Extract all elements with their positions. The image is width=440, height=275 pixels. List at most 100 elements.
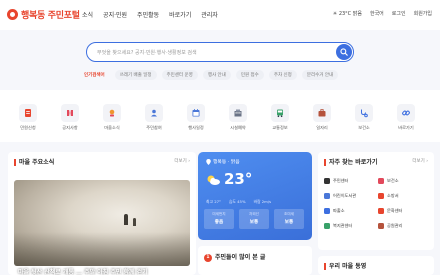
title-accent (14, 159, 16, 166)
site-logo[interactable]: 행복동 주민포털 (7, 8, 80, 21)
stethoscope-icon (361, 109, 368, 118)
search-button[interactable] (336, 44, 352, 60)
community-center-icon (324, 177, 330, 184)
quick-item-label: 일자리 (316, 125, 328, 130)
keyword-chip[interactable]: 행사 안내 (202, 70, 231, 80)
air-quality: 미세먼지 좋음 자외선 보통 초미세 보통 (204, 209, 304, 229)
quick-item-events[interactable]: 행사일정 (178, 104, 214, 131)
favorite-item[interactable]: 주민센터 (324, 176, 374, 185)
favorite-item[interactable]: 보건소 (378, 176, 428, 185)
photo-person (124, 214, 128, 225)
culture-center-icon (378, 207, 384, 214)
quick-menu: 민원신청 공지사항 마을소식 주민참여 행사일정 시설예약 교통정보 일자리 보… (0, 90, 440, 142)
air-quality-item: 초미세 보통 (274, 209, 304, 229)
nav-item-news[interactable]: 소식 (82, 10, 93, 19)
briefcase-icon (318, 109, 326, 117)
keyword-chip[interactable]: 분리수거 안내 (301, 70, 339, 80)
favorites-card: 자주 찾는 바로가기 더보기 › 주민센터 보건소 어린이도서관 소방서 파출소… (318, 152, 434, 250)
quick-item-health[interactable]: 보건소 (346, 104, 382, 131)
header-weather: ☀ 23°C 맑음 (332, 11, 362, 17)
quick-item-shortcut[interactable]: 바로가기 (388, 104, 424, 131)
search-bar[interactable]: 무엇을 찾으세요? 공지·민원·행사·생활정보 검색 (86, 42, 354, 62)
news-icon (109, 109, 115, 117)
calendar-icon (192, 109, 200, 117)
quick-item-reservation[interactable]: 시설예약 (220, 104, 256, 131)
favorite-item[interactable]: 공원관리 (378, 221, 428, 230)
quick-item-participation[interactable]: 주민참여 (136, 104, 172, 131)
people-icon (151, 109, 157, 117)
title-accent (324, 159, 326, 166)
logo-mark-icon (7, 9, 18, 20)
village-orgs-card: 우리 마을 동영 (318, 256, 434, 275)
quick-item-jobs[interactable]: 일자리 (304, 104, 340, 131)
village-orgs-title: 우리 마을 동영 (329, 263, 367, 270)
favorite-item[interactable]: 문화센터 (378, 206, 428, 215)
quick-item-label: 교통정보 (272, 125, 288, 130)
news-headline[interactable]: 마을 뒷산 산책로 개통 … 주말 아침 주민 함께 걷기 (18, 267, 148, 275)
park-icon (378, 222, 384, 229)
quick-item-label: 바로가기 (398, 125, 414, 130)
quick-item-village-news[interactable]: 마을소식 (94, 104, 130, 131)
main-nav: 소식 공지·민원 주민활동 바로가기 관리자 (82, 10, 218, 19)
favorite-item[interactable]: 소방서 (378, 191, 428, 200)
rank-badge: 1 (204, 253, 212, 262)
keyword-chip[interactable]: 쓰레기 배출 일정 (114, 70, 157, 80)
health-center-icon (378, 177, 384, 184)
quick-item-label: 시설예약 (230, 125, 246, 130)
weather-location: 행복동 · 맑음 (206, 158, 240, 165)
quick-item-traffic[interactable]: 교통정보 (262, 104, 298, 131)
quick-item-label: 주민참여 (146, 125, 162, 130)
quick-item-notice[interactable]: 공지사항 (52, 104, 88, 131)
weather-card: 행복동 · 맑음 23° 최고 27° 습도 45% 바람 2m/s 미세먼지 … (198, 152, 312, 240)
popular-keywords: 인기검색어 쓰레기 배출 일정 주민센터 운영 행사 안내 민원 접수 주차 신… (84, 70, 339, 80)
login-link[interactable]: 로그인 (392, 10, 406, 17)
favorites-more-link[interactable]: 더보기 › (412, 158, 428, 164)
weather-stats: 최고 27° 습도 45% 바람 2m/s (206, 199, 271, 205)
keyword-chip[interactable]: 주차 신청 (268, 70, 297, 80)
weather-temperature: 23° (224, 170, 253, 188)
popular-posts-card: 1 주민들이 많이 본 글 (198, 246, 312, 275)
fire-station-icon (378, 192, 384, 199)
building-icon (234, 109, 242, 117)
keyword-chip[interactable]: 민원 접수 (235, 70, 264, 80)
nav-item-admin[interactable]: 관리자 (201, 10, 218, 19)
keywords-title: 인기검색어 (84, 73, 105, 78)
news-photo[interactable] (14, 180, 190, 266)
quick-item-label: 민원신청 (20, 125, 36, 130)
weather-stat: 바람 2m/s (253, 199, 272, 204)
air-quality-item: 미세먼지 좋음 (204, 209, 234, 229)
location-pin-icon (206, 158, 211, 165)
air-quality-item: 자외선 보통 (239, 209, 269, 229)
quick-item-complaint[interactable]: 민원신청 (10, 104, 46, 131)
signup-link[interactable]: 회원가입 (414, 10, 432, 17)
search-icon (340, 48, 348, 56)
news-title: 마을 주요소식 (19, 159, 55, 166)
weather-stat: 습도 45% (228, 199, 246, 204)
document-icon (25, 109, 31, 117)
language-select[interactable]: 한국어 (370, 10, 384, 17)
favorite-item[interactable]: 어린이도서관 (324, 191, 374, 200)
utility-links: ☀ 23°C 맑음 한국어 로그인 회원가입 (333, 10, 432, 17)
popular-posts-title[interactable]: 주민들이 많이 본 글 (215, 254, 265, 261)
title-accent (324, 263, 326, 270)
news-card: 마을 주요소식 더보기 › 마을 뒷산 산책로 개통 … 주말 아침 주민 함께… (8, 152, 196, 275)
favorite-item[interactable]: 파출소 (324, 206, 374, 215)
nav-item-shortcut[interactable]: 바로가기 (169, 10, 191, 19)
favorites-grid: 주민센터 보건소 어린이도서관 소방서 파출소 문화센터 복지관센터 공원관리 (324, 176, 428, 230)
search-input[interactable]: 무엇을 찾으세요? 공지·민원·행사·생활정보 검색 (97, 49, 197, 56)
favorite-item[interactable]: 복지관센터 (324, 221, 374, 230)
police-icon (324, 207, 330, 214)
keyword-chip[interactable]: 주민센터 운영 (161, 70, 198, 80)
link-icon (402, 110, 410, 116)
news-more-link[interactable]: 더보기 › (174, 158, 190, 164)
nav-item-activity[interactable]: 주민활동 (137, 10, 159, 19)
bus-icon (277, 109, 283, 118)
quick-item-label: 공지사항 (62, 125, 78, 130)
quick-item-label: 행사일정 (188, 125, 204, 130)
quick-item-label: 마을소식 (104, 125, 120, 130)
weather-stat: 최고 27° (206, 199, 221, 204)
logo-text: 행복동 주민포털 (21, 11, 80, 21)
photo-person (133, 218, 136, 226)
nav-item-notice[interactable]: 공지·민원 (103, 10, 127, 19)
quick-item-label: 보건소 (358, 125, 370, 130)
